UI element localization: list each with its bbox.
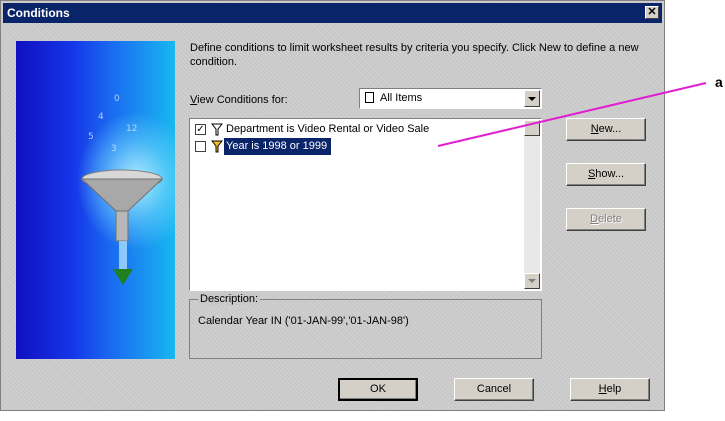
callout-label: a (715, 74, 723, 90)
callout-pointer (437, 82, 707, 147)
